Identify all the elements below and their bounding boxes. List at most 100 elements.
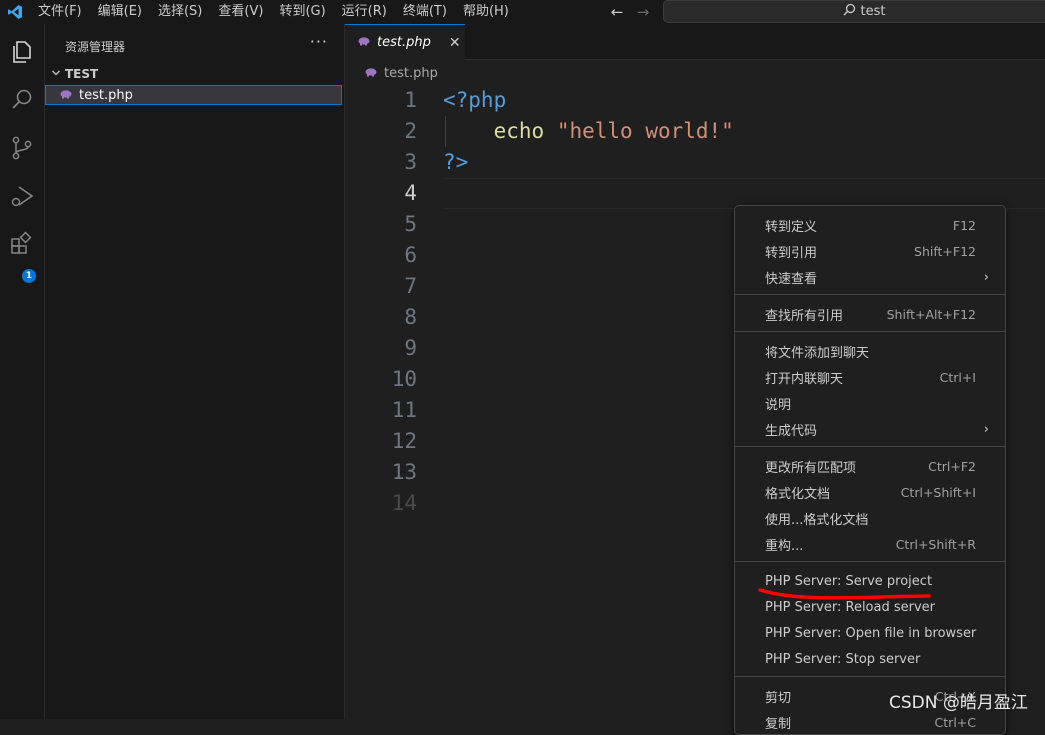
menu-item-php-open-in-browser[interactable]: PHP Server: Open file in browser bbox=[735, 620, 1005, 646]
echo-keyword: echo bbox=[493, 119, 545, 143]
line-number: 6 bbox=[404, 243, 417, 267]
line-number-active: 4 bbox=[404, 181, 417, 205]
menu-separator bbox=[735, 331, 1005, 332]
menu-separator bbox=[735, 561, 1005, 562]
explorer-icon[interactable] bbox=[8, 38, 36, 66]
menu-item-php-stop-server[interactable]: PHP Server: Stop server bbox=[735, 646, 1005, 672]
line-number: 7 bbox=[404, 274, 417, 298]
line-number: 11 bbox=[391, 398, 417, 422]
menu-go[interactable]: 转到(G) bbox=[271, 0, 333, 24]
line-number: 1 bbox=[404, 88, 417, 112]
shortcut-label: Shift+F12 bbox=[914, 243, 976, 259]
line-number: 3 bbox=[404, 150, 417, 174]
forward-arrow-icon[interactable]: → bbox=[630, 3, 656, 21]
explorer-sidebar: 资源管理器 ··· TEST test.php bbox=[45, 24, 345, 719]
chevron-right-icon: › bbox=[983, 421, 989, 437]
menu-item-label: 重构... bbox=[765, 538, 804, 554]
close-icon[interactable]: ✕ bbox=[449, 35, 461, 51]
search-view-icon[interactable] bbox=[8, 86, 36, 114]
menu-item-generate-code[interactable]: 生成代码 › bbox=[735, 416, 1005, 442]
navigation-arrows: ← → bbox=[604, 0, 656, 24]
php-file-icon bbox=[60, 88, 73, 103]
vscode-logo-icon bbox=[0, 0, 30, 24]
menu-item-explain[interactable]: 说明 bbox=[735, 390, 1005, 416]
menu-item-change-all-occurrences[interactable]: 更改所有匹配项 Ctrl+F2 bbox=[735, 453, 1005, 479]
menu-edit[interactable]: 编辑(E) bbox=[90, 0, 150, 24]
folder-name: TEST bbox=[65, 67, 99, 81]
menu-separator bbox=[735, 294, 1005, 295]
menu-item-label: 说明 bbox=[765, 397, 792, 413]
extensions-icon[interactable] bbox=[8, 230, 36, 258]
tab-label: test.php bbox=[377, 35, 431, 50]
activity-bar: 1 bbox=[0, 24, 45, 719]
red-annotation-underline bbox=[758, 586, 933, 608]
command-center-search[interactable]: test bbox=[663, 0, 1045, 23]
line-number: 5 bbox=[404, 212, 417, 236]
menu-item-format-document-with[interactable]: 使用...格式化文档 bbox=[735, 505, 1005, 531]
menu-item-label: 更改所有匹配项 bbox=[765, 460, 857, 476]
search-icon bbox=[843, 3, 856, 20]
php-close-tag: ?> bbox=[443, 150, 469, 174]
sidebar-title: 资源管理器 bbox=[65, 40, 126, 54]
menu-separator bbox=[735, 676, 1005, 677]
more-actions-icon[interactable]: ··· bbox=[310, 32, 328, 51]
chevron-down-icon bbox=[51, 67, 61, 81]
menu-item-add-file-to-chat[interactable]: 将文件添加到聊天 bbox=[735, 338, 1005, 364]
menu-item-label: 转到定义 bbox=[765, 219, 818, 235]
menu-separator bbox=[735, 446, 1005, 447]
shortcut-label: Ctrl+I bbox=[939, 369, 976, 385]
menu-item-go-to-definition[interactable]: 转到定义 F12 bbox=[735, 212, 1005, 238]
menu-item-go-to-references[interactable]: 转到引用 Shift+F12 bbox=[735, 238, 1005, 264]
shortcut-label: Ctrl+Shift+I bbox=[900, 484, 976, 500]
breadcrumb[interactable]: test.php bbox=[365, 66, 438, 81]
line-number: 14 bbox=[391, 491, 417, 515]
explorer-file-item[interactable]: test.php bbox=[45, 85, 342, 105]
menu-help[interactable]: 帮助(H) bbox=[455, 0, 517, 24]
breadcrumb-file: test.php bbox=[384, 66, 438, 81]
menu-selection[interactable]: 选择(S) bbox=[150, 0, 210, 24]
folder-header[interactable]: TEST bbox=[51, 67, 98, 81]
back-arrow-icon[interactable]: ← bbox=[604, 3, 630, 21]
menu-file[interactable]: 文件(F) bbox=[30, 0, 90, 24]
line-number: 12 bbox=[391, 429, 417, 453]
menu-item-format-document[interactable]: 格式化文档 Ctrl+Shift+I bbox=[735, 479, 1005, 505]
source-control-icon[interactable] bbox=[8, 134, 36, 162]
line-number: 9 bbox=[404, 336, 417, 360]
search-text: test bbox=[860, 4, 886, 19]
menu-item-label: 复制 bbox=[765, 716, 792, 732]
shortcut-label: Ctrl+Shift+R bbox=[895, 536, 976, 552]
line-number: 10 bbox=[391, 367, 417, 391]
line-number-gutter: 1 2 3 4 5 6 7 8 9 10 11 12 13 14 bbox=[345, 85, 417, 519]
line-number: 13 bbox=[391, 460, 417, 484]
title-bar: 文件(F) 编辑(E) 选择(S) 查看(V) 转到(G) 运行(R) 终端(T… bbox=[0, 0, 1045, 24]
shortcut-label: F12 bbox=[952, 217, 976, 233]
php-file-icon bbox=[358, 35, 371, 50]
menu-run[interactable]: 运行(R) bbox=[334, 0, 395, 24]
code-line: ?> bbox=[443, 147, 734, 178]
menu-item-find-all-references[interactable]: 查找所有引用 Shift+Alt+F12 bbox=[735, 301, 1005, 327]
extensions-badge: 1 bbox=[22, 269, 36, 283]
shortcut-label: Ctrl+F2 bbox=[928, 458, 976, 474]
chevron-right-icon: › bbox=[983, 269, 989, 285]
menu-item-label: 格式化文档 bbox=[765, 486, 831, 502]
code-line: <?php bbox=[443, 85, 734, 116]
menu-terminal[interactable]: 终端(T) bbox=[395, 0, 455, 24]
shortcut-label: Ctrl+C bbox=[934, 714, 976, 730]
menu-view[interactable]: 查看(V) bbox=[210, 0, 271, 24]
menu-item-label: 查找所有引用 bbox=[765, 308, 844, 324]
shortcut-label: Shift+Alt+F12 bbox=[886, 306, 976, 322]
string-literal: "hello world!" bbox=[556, 119, 734, 143]
menu-item-peek[interactable]: 快速查看 › bbox=[735, 264, 1005, 290]
line-number: 8 bbox=[404, 305, 417, 329]
tab-test-php[interactable]: test.php ✕ bbox=[345, 24, 465, 60]
tab-bar: test.php ✕ bbox=[345, 24, 1045, 60]
menu-item-label: 使用...格式化文档 bbox=[765, 512, 869, 528]
code-text[interactable]: <?php echo "hello world!" ?> bbox=[443, 85, 734, 209]
menu-item-inline-chat[interactable]: 打开内联聊天 Ctrl+I bbox=[735, 364, 1005, 390]
menu-item-label: 剪切 bbox=[765, 690, 792, 706]
menu-item-label: 将文件添加到聊天 bbox=[765, 345, 870, 361]
run-debug-icon[interactable] bbox=[8, 182, 36, 210]
php-open-tag: <?php bbox=[443, 88, 507, 112]
menu-item-refactor[interactable]: 重构... Ctrl+Shift+R bbox=[735, 531, 1005, 557]
